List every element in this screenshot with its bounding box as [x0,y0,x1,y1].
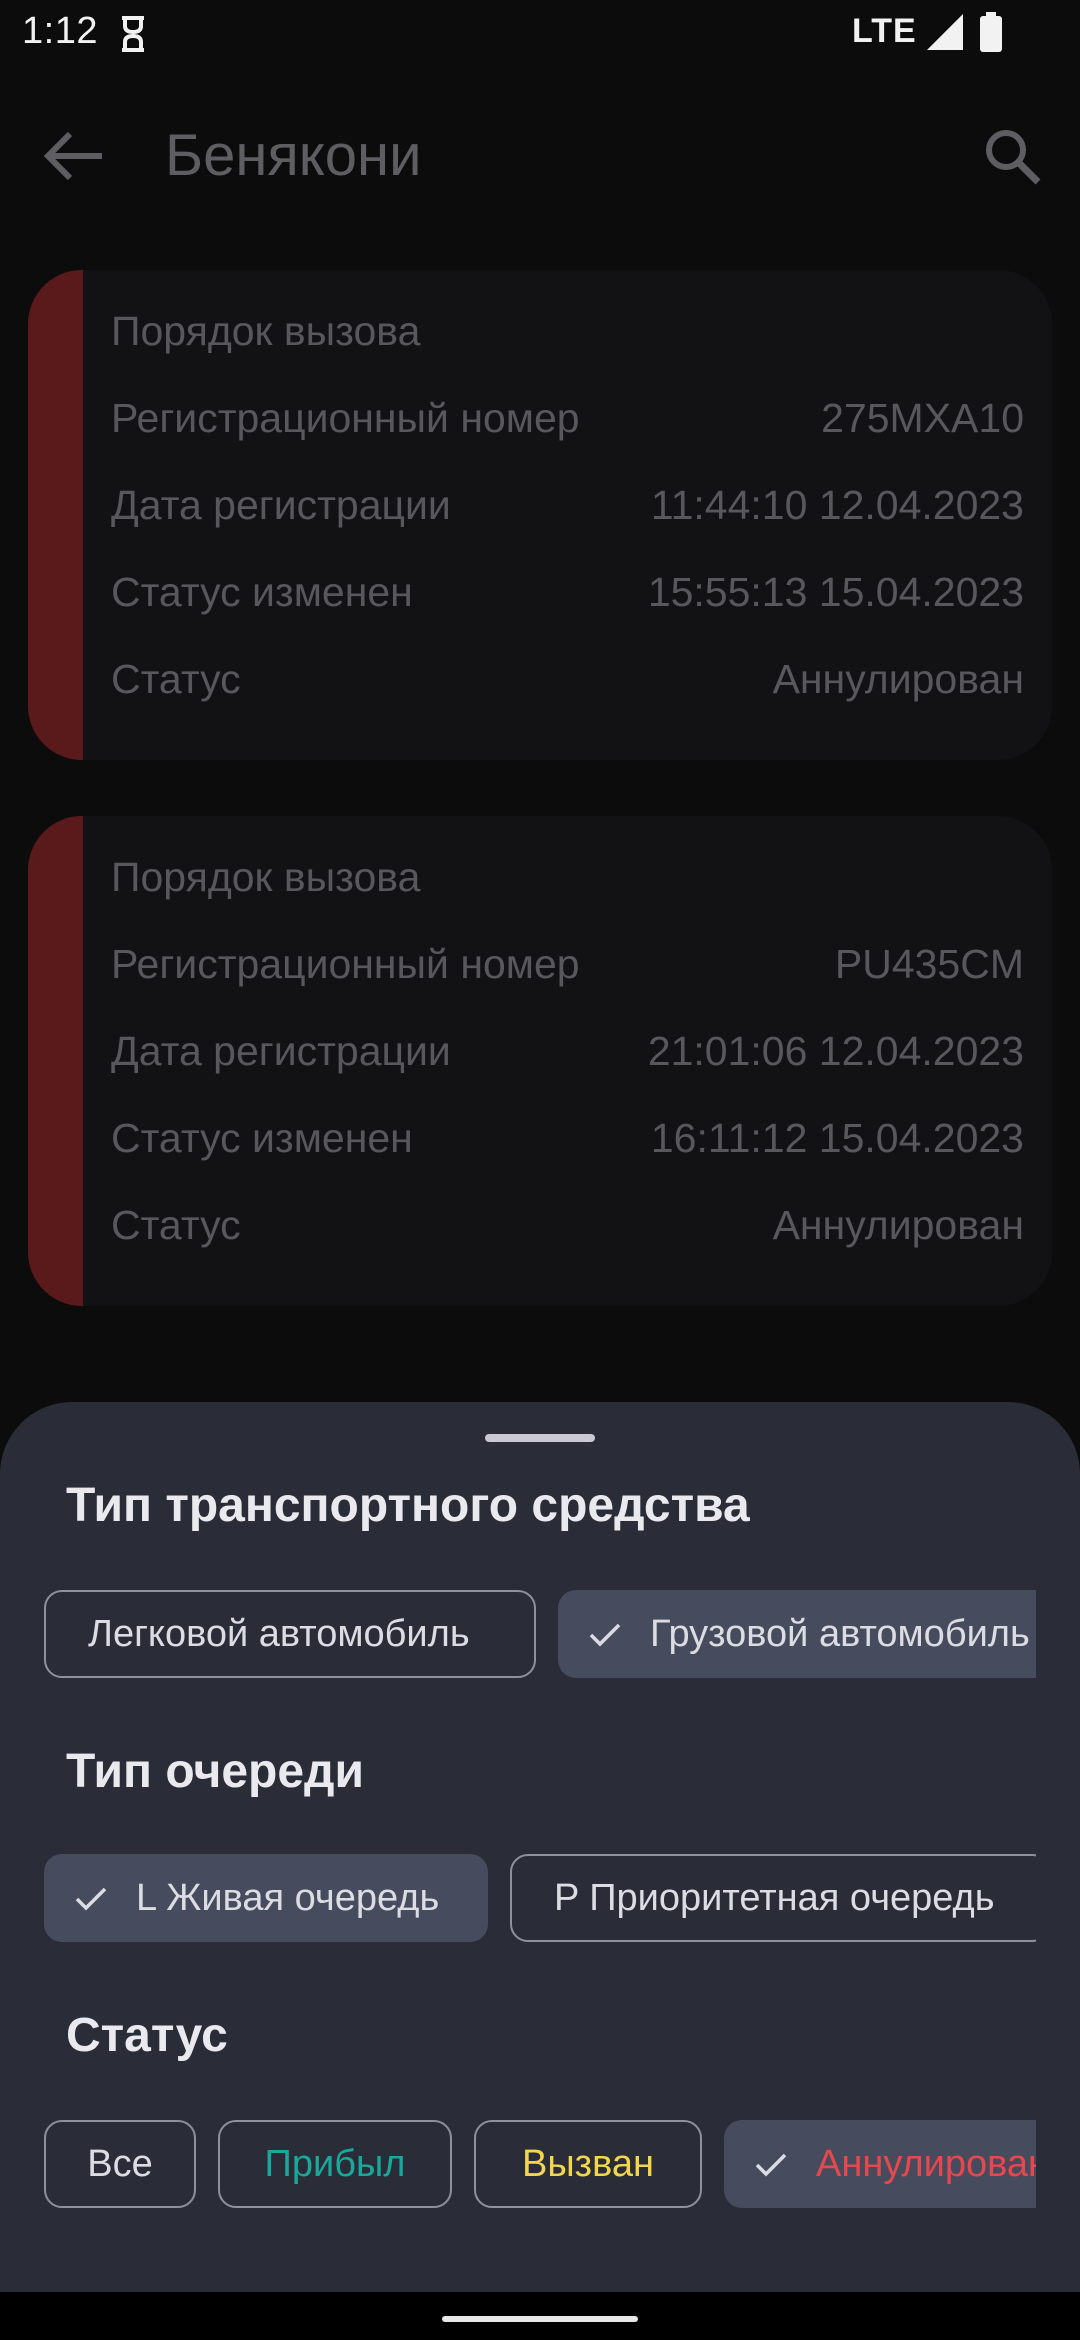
card-row-reg-number: Регистрационный номер PU435CM [111,939,1024,1026]
battery-icon [980,12,1002,52]
chip-label: Аннулирован [816,2142,1036,2185]
signal-icon [927,14,963,50]
notification-icon [122,16,144,52]
chip-label: Грузовой автомобиль [650,1612,1030,1655]
row-value: 275MXA10 [821,395,1024,441]
status-time: 1:12 [22,10,98,52]
chip-priority-queue[interactable]: P Приоритетная очередь [510,1854,1036,1942]
chip-label: L Живая очередь [136,1876,440,1919]
app-bar: Бенякони [0,100,1080,210]
row-value: 16:11:12 15.04.2023 [650,1115,1024,1161]
chip-label: P Приоритетная очередь [554,1876,995,1919]
queue-card[interactable]: Порядок вызова Регистрационный номер 275… [28,270,1052,760]
row-value: Аннулирован [772,1202,1024,1248]
chip-status-arrived[interactable]: Прибыл [218,2120,452,2208]
card-row-status: Статус Аннулирован [111,654,1024,741]
check-icon [75,1887,107,1911]
search-icon[interactable] [980,124,1044,188]
card-title: Порядок вызова [111,854,421,900]
card-row-reg-date: Дата регистрации 11:44:10 12.04.2023 [111,480,1024,567]
row-value: 11:44:10 12.04.2023 [650,482,1024,528]
chip-label: Легковой автомобиль [88,1612,470,1655]
queue-type-chips: L Живая очередь P Приоритетная очередь [0,1854,1036,1944]
chip-live-queue[interactable]: L Живая очередь [44,1854,488,1942]
chip-label: Все [87,2142,153,2185]
drag-handle[interactable] [485,1434,595,1442]
row-label: Дата регистрации [111,482,451,528]
chip-status-cancelled[interactable]: Аннулирован [724,2120,1036,2208]
status-bar: 1:12 LTE [0,0,1080,66]
chip-truck[interactable]: Грузовой автомобиль [558,1590,1036,1678]
row-value: PU435CM [834,941,1024,987]
status-stripe [28,816,83,1306]
check-icon [589,1623,621,1647]
chip-status-all[interactable]: Все [44,2120,196,2208]
row-label: Статус изменен [111,1115,413,1161]
chip-passenger-car[interactable]: Легковой автомобиль [44,1590,536,1678]
card-row-reg-number: Регистрационный номер 275MXA10 [111,393,1024,480]
vehicle-type-title: Тип транспортного средства [66,1479,750,1532]
filter-bottom-sheet: Тип транспортного средства Легковой авто… [0,1402,1080,2292]
card-row-status: Статус Аннулирован [111,1200,1024,1287]
card-title: Порядок вызова [111,308,421,354]
chip-status-called[interactable]: Вызван [474,2120,702,2208]
system-nav-bar [0,2292,1080,2340]
check-icon [755,2153,787,2177]
row-label: Регистрационный номер [111,395,580,441]
row-value: 15:55:13 15.04.2023 [647,569,1024,615]
row-value: 21:01:06 12.04.2023 [647,1028,1024,1074]
card-row-status-changed: Статус изменен 16:11:12 15.04.2023 [111,1113,1024,1200]
chip-label: Прибыл [264,2142,406,2185]
chip-label: Вызван [522,2142,654,2185]
status-chips: Все Прибыл Вызван Аннулирован [0,2120,1036,2210]
page-title: Бенякони [165,123,422,188]
row-label: Статус [111,656,241,702]
home-gesture-handle[interactable] [442,2316,638,2322]
queue-type-title: Тип очереди [66,1745,365,1798]
back-arrow-icon[interactable] [40,126,110,186]
network-type: LTE [852,12,917,50]
row-label: Регистрационный номер [111,941,580,987]
row-value: Аннулирован [772,656,1024,702]
row-label: Статус [111,1202,241,1248]
row-label: Дата регистрации [111,1028,451,1074]
card-row-status-changed: Статус изменен 15:55:13 15.04.2023 [111,567,1024,654]
queue-card[interactable]: Порядок вызова Регистрационный номер PU4… [28,816,1052,1306]
status-title: Статус [66,2009,228,2062]
row-label: Статус изменен [111,569,413,615]
status-stripe [28,270,83,760]
vehicle-type-chips: Легковой автомобиль Грузовой автомобиль [0,1590,1036,1680]
card-row-reg-date: Дата регистрации 21:01:06 12.04.2023 [111,1026,1024,1113]
